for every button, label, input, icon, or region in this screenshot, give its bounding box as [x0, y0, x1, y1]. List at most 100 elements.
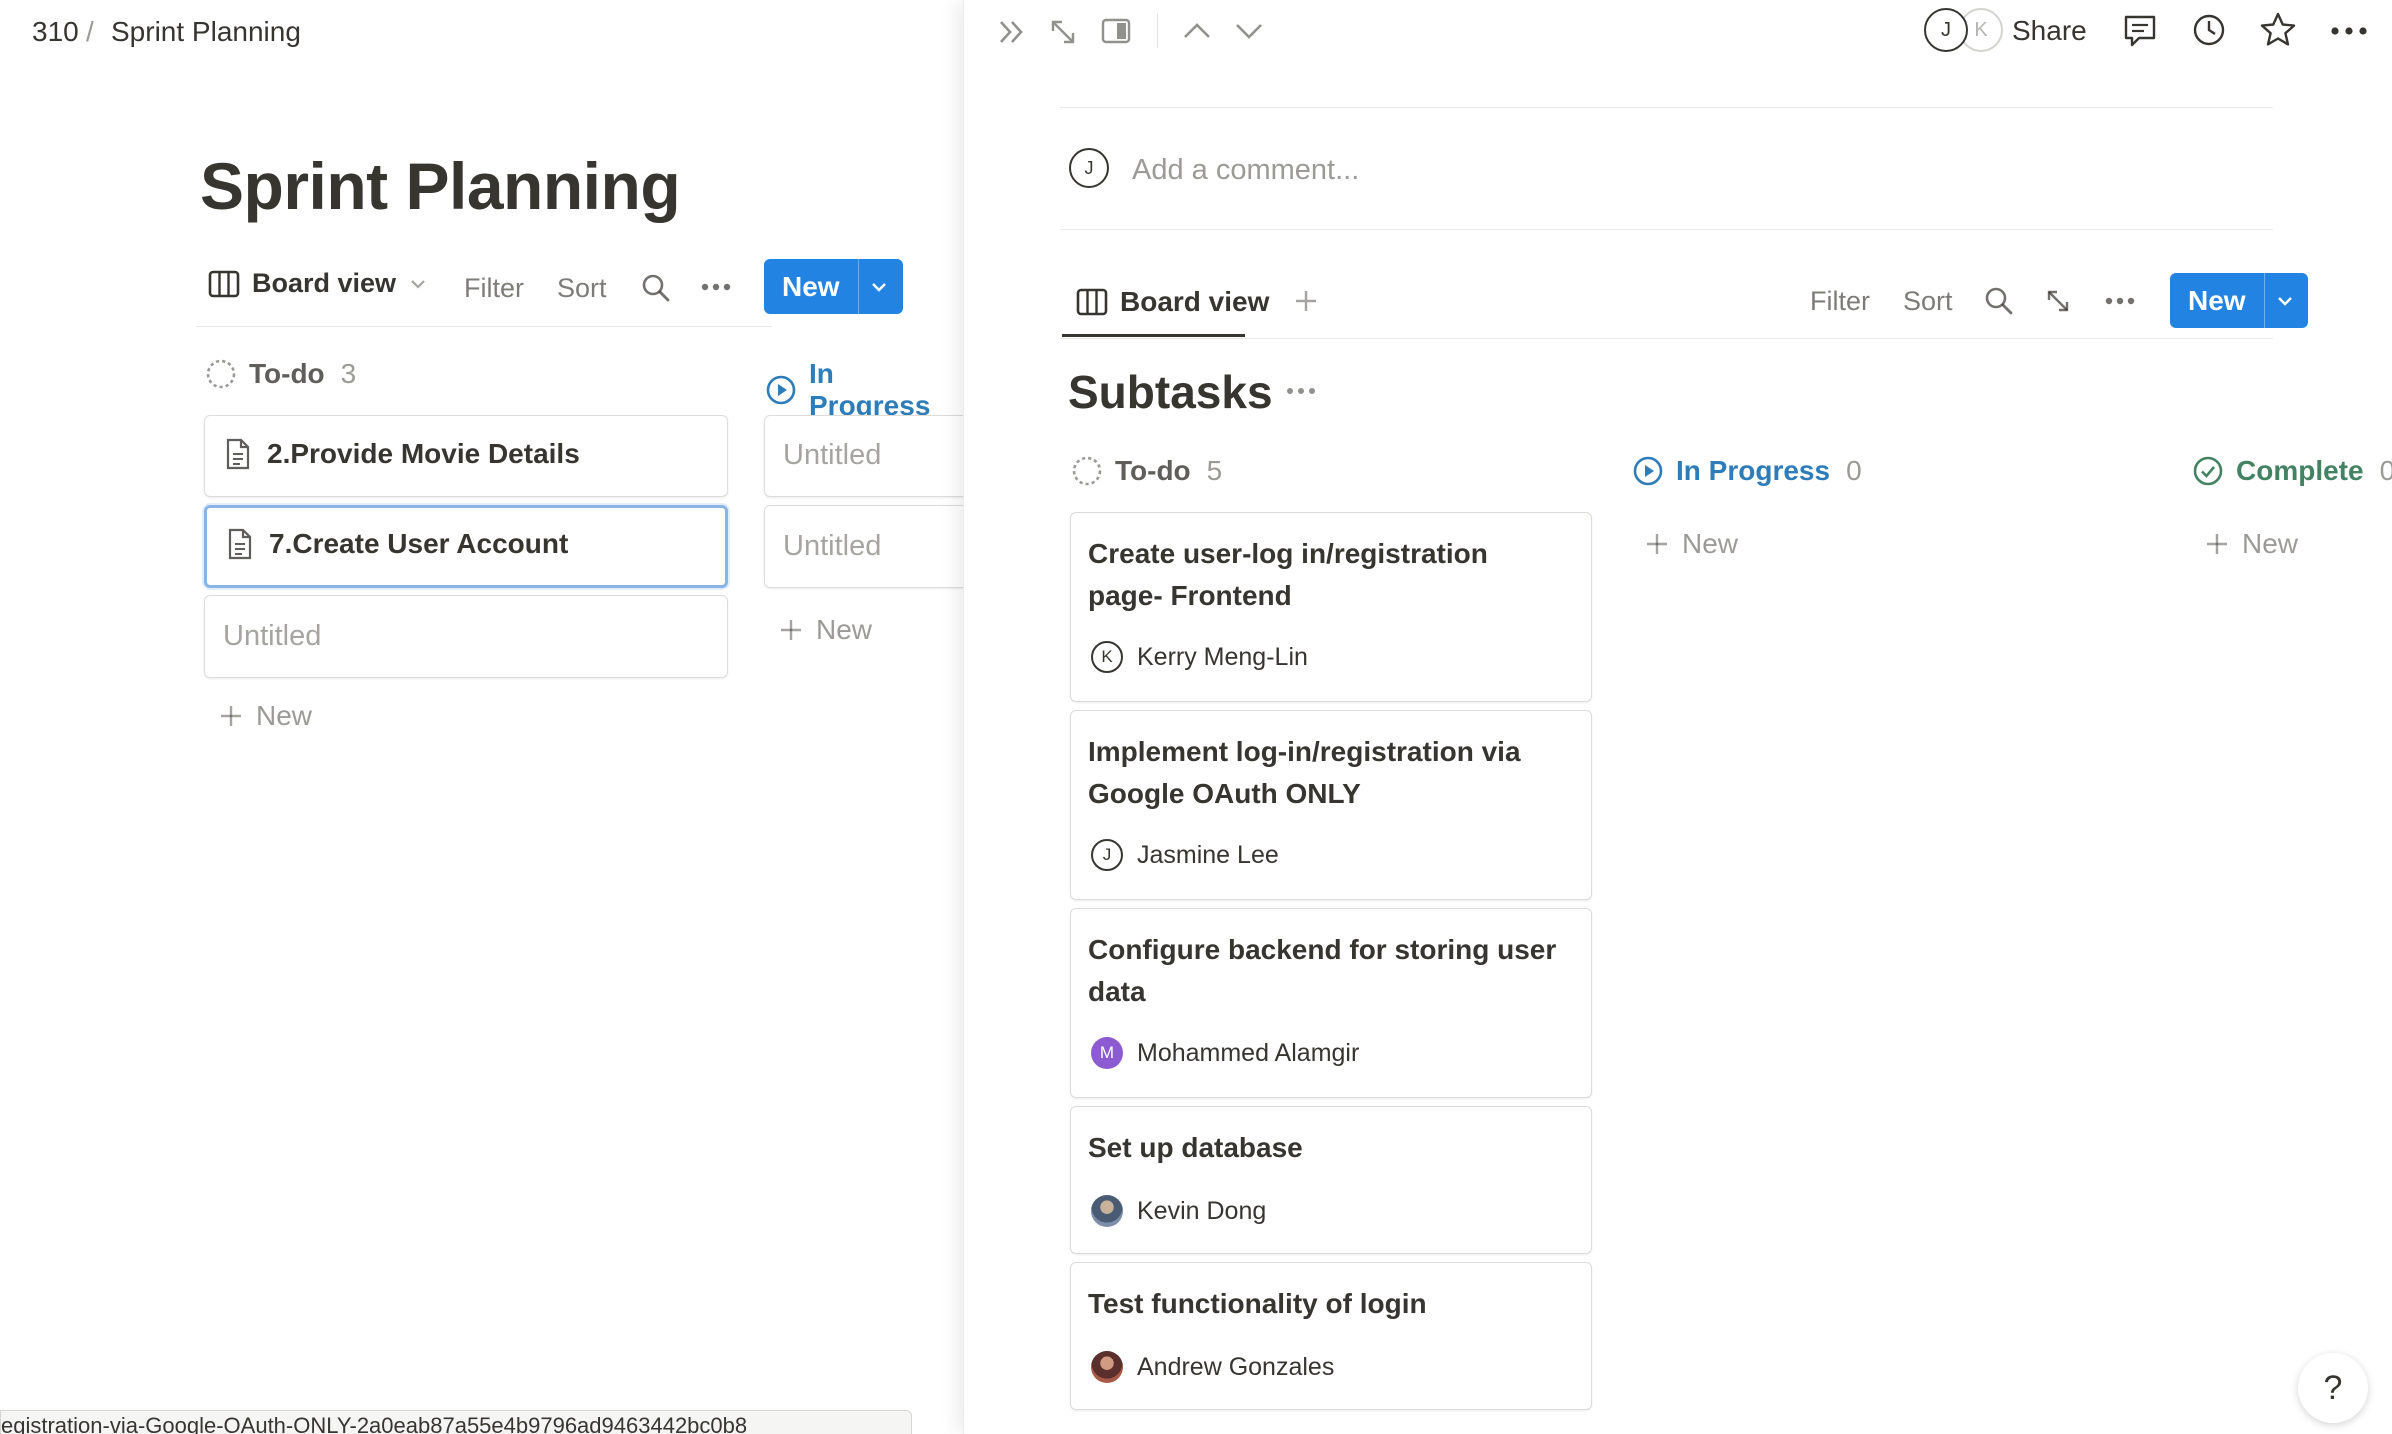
help-button[interactable]: ? — [2298, 1353, 2368, 1423]
card-title: Untitled — [223, 620, 322, 652]
board-view-label: Board view — [252, 268, 397, 298]
subtask-title: Create user-log in/registration page- Fr… — [1088, 538, 1488, 611]
subtasks-title[interactable]: Subtasks — [1068, 365, 1273, 419]
add-comment-input[interactable]: Add a comment... — [1132, 154, 1359, 187]
more-options-icon[interactable] — [2104, 296, 2136, 306]
favorite-star-icon[interactable] — [2259, 11, 2297, 49]
board-view-icon — [208, 270, 240, 298]
group-label: Complete — [2236, 455, 2364, 486]
board-card[interactable]: Untitled — [764, 415, 963, 497]
board-view-tab[interactable]: Board view — [1076, 286, 1269, 318]
breadcrumb-current[interactable]: Sprint Planning — [111, 16, 301, 48]
card-title: Untitled — [783, 439, 882, 471]
subtask-title: Implement log-in/registration via Google… — [1088, 736, 1521, 809]
new-button[interactable]: New — [2170, 273, 2264, 328]
add-new-label: New — [1682, 528, 1739, 559]
page-title[interactable]: Sprint Planning — [200, 148, 681, 224]
add-new-complete-button[interactable]: New — [2204, 528, 2298, 560]
assignee-name: Andrew Gonzales — [1137, 1352, 1335, 1381]
add-new-label: New — [816, 614, 873, 645]
comments-icon[interactable] — [2122, 13, 2158, 49]
close-peek-icon[interactable] — [997, 18, 1027, 46]
search-icon[interactable] — [1983, 285, 2015, 317]
divider — [1060, 229, 2273, 230]
group-count: 3 — [340, 358, 357, 389]
assignee: J Jasmine Lee — [1091, 839, 1279, 871]
group-label: To-do — [249, 358, 325, 389]
subtask-card[interactable]: Implement log-in/registration via Google… — [1070, 710, 1592, 900]
assignee-name: Kevin Dong — [1137, 1196, 1267, 1225]
open-full-page-icon[interactable] — [2044, 287, 2072, 315]
board-view-label: Board view — [1120, 286, 1270, 317]
history-clock-icon[interactable] — [2191, 12, 2227, 48]
group-header-todo: To-do 3 — [205, 358, 356, 390]
breadcrumb-parent[interactable]: 310 — [32, 16, 79, 48]
subtask-card[interactable]: Set up database Kevin Dong — [1070, 1106, 1592, 1254]
board-view-icon — [1076, 288, 1108, 316]
new-button[interactable]: New — [764, 259, 858, 314]
peek-mode-icon[interactable] — [1101, 18, 1131, 44]
todo-status-icon — [1071, 455, 1103, 487]
share-button[interactable]: Share — [2012, 15, 2087, 47]
avatar[interactable]: J — [1924, 8, 1968, 52]
add-new-in-progress-button[interactable]: New — [778, 614, 872, 646]
assignee: K Kerry Meng-Lin — [1091, 641, 1308, 673]
group-header-in-progress: In Progress — [765, 358, 963, 422]
new-options-chevron-icon[interactable] — [857, 259, 900, 314]
plus-icon — [1644, 531, 1670, 557]
avatar — [1091, 1195, 1123, 1227]
assignee: M Mohammed Alamgir — [1091, 1037, 1359, 1069]
search-icon[interactable] — [640, 272, 672, 304]
in-progress-status-icon — [765, 374, 797, 406]
group-header-in-progress: In Progress 0 — [1632, 455, 1862, 487]
group-count: 5 — [1206, 455, 1223, 486]
group-count: 0 — [1846, 455, 1862, 486]
board-view-tab[interactable]: Board view — [208, 268, 428, 299]
avatar: J — [1091, 839, 1123, 871]
subtask-card[interactable]: Configure backend for storing user data … — [1070, 908, 1592, 1098]
page-icon — [225, 438, 251, 470]
avatar — [1091, 1351, 1123, 1383]
new-item-split-button: New — [2170, 273, 2308, 328]
subtask-card[interactable]: Create user-log in/registration page- Fr… — [1070, 512, 1592, 702]
main-page-pane: 310 / Sprint Planning Sprint Planning Bo… — [0, 0, 963, 1434]
board-card-selected[interactable]: 7.Create User Account — [204, 505, 728, 588]
subtask-card[interactable]: Test functionality of login Andrew Gonza… — [1070, 1262, 1592, 1410]
more-options-icon[interactable] — [700, 282, 732, 292]
complete-status-icon — [2192, 455, 2224, 487]
assignee-name: Mohammed Alamgir — [1137, 1038, 1360, 1067]
filter-button[interactable]: Filter — [1810, 286, 1870, 317]
new-item-split-button: New — [764, 259, 903, 314]
more-options-icon[interactable] — [2330, 26, 2368, 36]
chevron-up-icon[interactable] — [1182, 20, 1212, 42]
sort-button[interactable]: Sort — [557, 273, 607, 304]
add-new-todo-button[interactable]: New — [218, 700, 312, 732]
card-title: 2.Provide Movie Details — [267, 438, 580, 469]
add-new-in-progress-button[interactable]: New — [1644, 528, 1738, 560]
todo-status-icon — [205, 358, 237, 390]
assignee: Kevin Dong — [1091, 1195, 1266, 1227]
card-title: 7.Create User Account — [269, 528, 569, 559]
avatar: M — [1091, 1037, 1123, 1069]
board-card[interactable]: 2.Provide Movie Details — [204, 415, 728, 497]
subtask-title: Set up database — [1088, 1132, 1303, 1163]
in-progress-status-icon — [1632, 455, 1664, 487]
subtask-title: Test functionality of login — [1088, 1288, 1427, 1319]
comment-avatar: J — [1069, 148, 1109, 188]
assignee: Andrew Gonzales — [1091, 1351, 1334, 1383]
add-view-plus-icon[interactable] — [1293, 288, 1319, 314]
filter-button[interactable]: Filter — [464, 273, 524, 304]
sort-button[interactable]: Sort — [1903, 286, 1953, 317]
expand-full-page-icon[interactable] — [1048, 17, 1078, 47]
plus-icon — [218, 703, 244, 729]
more-options-icon[interactable] — [1286, 386, 1316, 396]
active-tab-underline — [1062, 334, 1245, 337]
divider — [1060, 338, 2273, 339]
new-options-chevron-icon[interactable] — [2263, 273, 2306, 328]
plus-icon — [778, 617, 804, 643]
board-card[interactable]: Untitled — [764, 505, 963, 588]
subtask-title: Configure backend for storing user data — [1088, 934, 1557, 1007]
group-count: 0 — [2380, 455, 2392, 487]
board-card[interactable]: Untitled — [204, 595, 728, 678]
chevron-down-icon[interactable] — [1234, 20, 1264, 42]
